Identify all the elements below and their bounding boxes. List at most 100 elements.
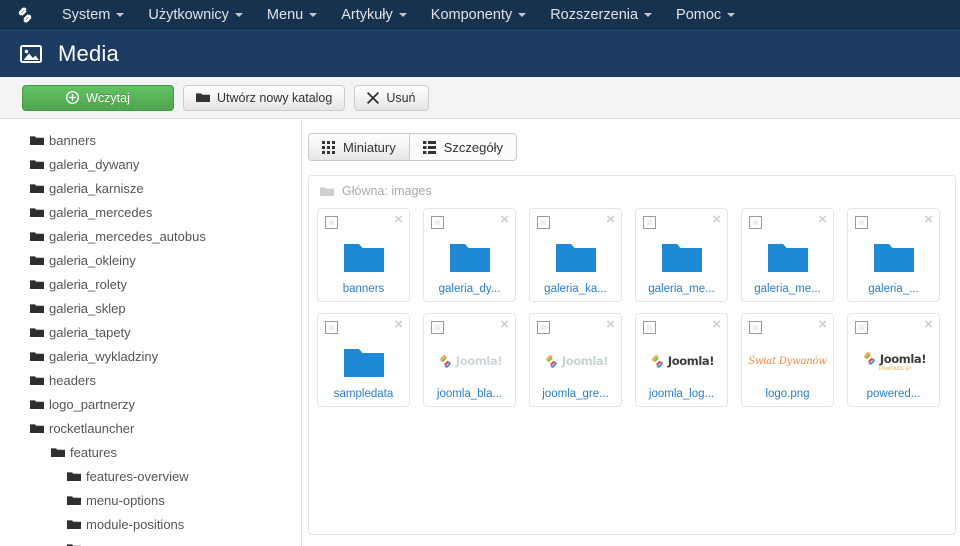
tile-label[interactable]: logo.png bbox=[742, 388, 833, 400]
tree-item-menu-options[interactable]: menu-options bbox=[0, 488, 301, 512]
tab-details[interactable]: Szczegóły bbox=[408, 133, 517, 161]
tab-thumbnails[interactable]: Miniatury bbox=[308, 133, 409, 161]
media-tile-folder[interactable]: × banners bbox=[317, 208, 410, 302]
media-tile-folder[interactable]: × galeria_ka... bbox=[529, 208, 622, 302]
tree-item-galeria-tapety[interactable]: galeria_tapety bbox=[0, 320, 301, 344]
tile-delete-icon[interactable]: × bbox=[924, 317, 933, 332]
tree-item-features-overview[interactable]: features-overview bbox=[0, 464, 301, 488]
tile-delete-icon[interactable]: × bbox=[394, 212, 403, 227]
tile-delete-icon[interactable]: × bbox=[924, 212, 933, 227]
tree-item-label: galeria_rolety bbox=[49, 276, 128, 292]
menu-item-label: Pomoc bbox=[676, 7, 722, 23]
tile-label[interactable]: galeria_me... bbox=[742, 283, 833, 295]
delete-button[interactable]: Usuń bbox=[354, 84, 429, 111]
tile-label[interactable]: galeria_me... bbox=[636, 283, 727, 295]
upload-button[interactable]: Wczytaj bbox=[22, 84, 174, 111]
joomla-logo-icon[interactable] bbox=[14, 4, 36, 26]
media-tile-folder[interactable]: × sampledata bbox=[317, 313, 410, 407]
tile-label[interactable]: galeria_... bbox=[848, 283, 939, 295]
action-toolbar: Wczytaj Utwórz nowy katalog Usuń bbox=[0, 77, 960, 119]
folder-tree-sidebar: banners galeria_dywany galeria_karnisze … bbox=[0, 119, 302, 546]
media-tile-folder[interactable]: × galeria_me... bbox=[741, 208, 834, 302]
menu-item-rozszerzenia[interactable]: Rozszerzenia bbox=[538, 0, 664, 30]
script-logo-thumbnail-icon: Świat Dywanów bbox=[742, 338, 833, 384]
joomla-logo-thumbnail-icon: Joomla! bbox=[636, 338, 727, 384]
media-tile-image[interactable]: × Joomla! joomla_gre... bbox=[529, 313, 622, 407]
tree-item-galeria-okleiny[interactable]: galeria_okleiny bbox=[0, 248, 301, 272]
tree-item-logo-partnerzy[interactable]: logo_partnerzy bbox=[0, 392, 301, 416]
tile-checkbox[interactable] bbox=[855, 321, 868, 334]
folder-icon bbox=[742, 233, 833, 279]
tile-delete-icon[interactable]: × bbox=[818, 212, 827, 227]
tree-item-headers[interactable]: headers bbox=[0, 368, 301, 392]
tile-label[interactable]: galeria_ka... bbox=[530, 283, 621, 295]
menu-item-menu[interactable]: Menu bbox=[255, 0, 329, 30]
tile-checkbox[interactable] bbox=[325, 321, 338, 334]
tree-item-galeria-mercedes-autobus[interactable]: galeria_mercedes_autobus bbox=[0, 224, 301, 248]
tile-checkbox[interactable] bbox=[325, 216, 338, 229]
menu-item-artykuly[interactable]: Artykuły bbox=[329, 0, 419, 30]
tile-checkbox[interactable] bbox=[643, 321, 656, 334]
tree-item-galeria-sklep[interactable]: galeria_sklep bbox=[0, 296, 301, 320]
media-tile-image[interactable]: × Świat Dywanów logo.png bbox=[741, 313, 834, 407]
media-tile-image[interactable]: × Joomla! joomla_bla... bbox=[423, 313, 516, 407]
tile-checkbox[interactable] bbox=[431, 321, 444, 334]
tile-checkbox[interactable] bbox=[855, 216, 868, 229]
tree-item-galeria-dywany[interactable]: galeria_dywany bbox=[0, 152, 301, 176]
tree-item-label: features-overview bbox=[86, 468, 189, 484]
menu-item-uzytkownicy[interactable]: Użytkownicy bbox=[136, 0, 255, 30]
tile-delete-icon[interactable]: × bbox=[500, 317, 509, 332]
menu-item-system[interactable]: System bbox=[50, 0, 136, 30]
tile-delete-icon[interactable]: × bbox=[712, 212, 721, 227]
tree-item-label: logo_partnerzy bbox=[49, 396, 135, 412]
folder-icon bbox=[30, 303, 44, 314]
media-tile-image[interactable]: × Joomla! POWERED BY powered... bbox=[847, 313, 940, 407]
create-folder-button[interactable]: Utwórz nowy katalog bbox=[183, 84, 346, 111]
tree-item-galeria-wykladziny[interactable]: galeria_wykladziny bbox=[0, 344, 301, 368]
tree-item-partial[interactable] bbox=[0, 536, 301, 546]
tile-delete-icon[interactable]: × bbox=[818, 317, 827, 332]
tile-delete-icon[interactable]: × bbox=[606, 317, 615, 332]
tree-item-label: galeria_tapety bbox=[49, 324, 131, 340]
media-tile-folder[interactable]: × galeria_me... bbox=[635, 208, 728, 302]
menu-item-label: Rozszerzenia bbox=[550, 7, 639, 23]
delete-button-label: Usuń bbox=[386, 90, 416, 105]
tile-checkbox[interactable] bbox=[431, 216, 444, 229]
media-tile-grid: × banners × galeria_dy... × galeria_ka..… bbox=[309, 206, 955, 407]
menu-item-pomoc[interactable]: Pomoc bbox=[664, 0, 747, 30]
folder-icon bbox=[30, 183, 44, 194]
tile-delete-icon[interactable]: × bbox=[606, 212, 615, 227]
tree-item-banners[interactable]: banners bbox=[0, 128, 301, 152]
media-tile-folder[interactable]: × galeria_dy... bbox=[423, 208, 516, 302]
tile-checkbox[interactable] bbox=[537, 216, 550, 229]
tile-label[interactable]: galeria_dy... bbox=[424, 283, 515, 295]
tile-label[interactable]: banners bbox=[318, 283, 409, 295]
tile-delete-icon[interactable]: × bbox=[394, 317, 403, 332]
tile-delete-icon[interactable]: × bbox=[500, 212, 509, 227]
tile-label[interactable]: sampledata bbox=[318, 388, 409, 400]
tree-item-rocketlauncher[interactable]: rocketlauncher bbox=[0, 416, 301, 440]
tree-item-features[interactable]: features bbox=[0, 440, 301, 464]
media-tile-image[interactable]: × Joomla! joomla_log... bbox=[635, 313, 728, 407]
tree-item-galeria-rolety[interactable]: galeria_rolety bbox=[0, 272, 301, 296]
joomla-logo-thumbnail-icon: Joomla! bbox=[530, 338, 621, 384]
tile-delete-icon[interactable]: × bbox=[712, 317, 721, 332]
tile-checkbox[interactable] bbox=[537, 321, 550, 334]
x-mark-icon bbox=[367, 91, 380, 104]
folder-icon bbox=[30, 375, 44, 386]
tile-label[interactable]: joomla_gre... bbox=[530, 388, 621, 400]
tree-item-label: galeria_mercedes_autobus bbox=[49, 228, 206, 244]
tree-item-galeria-karnisze[interactable]: galeria_karnisze bbox=[0, 176, 301, 200]
tree-item-module-positions[interactable]: module-positions bbox=[0, 512, 301, 536]
tree-item-label: menu-options bbox=[86, 492, 165, 508]
tree-item-galeria-mercedes[interactable]: galeria_mercedes bbox=[0, 200, 301, 224]
tile-label[interactable]: joomla_bla... bbox=[424, 388, 515, 400]
tile-label[interactable]: joomla_log... bbox=[636, 388, 727, 400]
menu-item-komponenty[interactable]: Komponenty bbox=[419, 0, 538, 30]
tile-checkbox[interactable] bbox=[643, 216, 656, 229]
media-tile-folder[interactable]: × galeria_... bbox=[847, 208, 940, 302]
folder-open-icon bbox=[320, 186, 334, 197]
tile-checkbox[interactable] bbox=[749, 216, 762, 229]
tile-checkbox[interactable] bbox=[749, 321, 762, 334]
tile-label[interactable]: powered... bbox=[848, 388, 939, 400]
